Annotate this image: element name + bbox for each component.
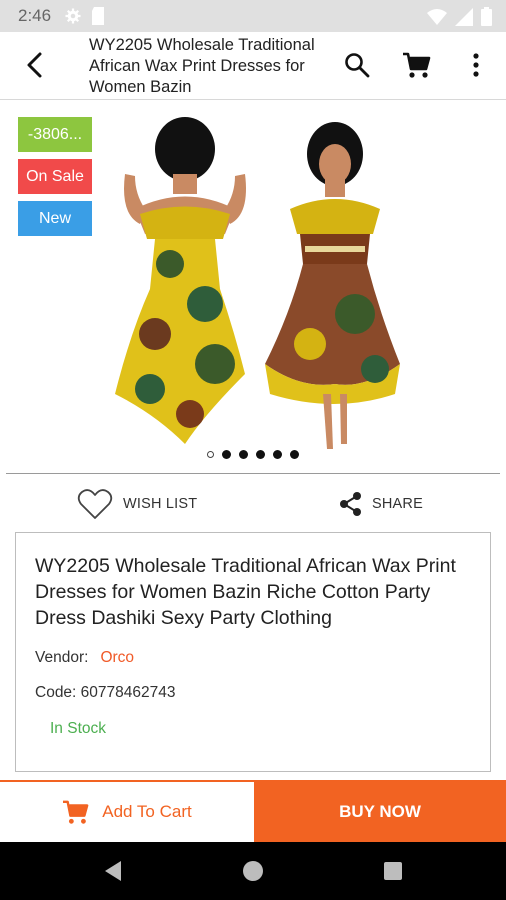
share-label: SHARE (372, 496, 423, 512)
add-to-cart-label: Add To Cart (102, 802, 192, 821)
gallery-dot[interactable] (290, 450, 299, 459)
nav-recents-icon[interactable] (384, 862, 402, 880)
gallery-pagination-dots (207, 450, 299, 459)
settings-icon (65, 8, 81, 24)
gallery-dot[interactable] (222, 450, 231, 459)
buy-now-button[interactable]: BUY NOW (254, 782, 506, 842)
vendor-link[interactable]: Orco (100, 649, 134, 666)
status-time: 2:46 (18, 6, 52, 25)
heart-icon (77, 489, 113, 519)
product-code: Code: 60778462743 (35, 684, 176, 701)
stock-status: In Stock (50, 720, 106, 737)
gallery-dot[interactable] (273, 450, 282, 459)
signal-icon (455, 7, 473, 26)
battery-icon (481, 7, 492, 26)
app-bar-title: WY2205 Wholesale Traditional African Wax… (89, 36, 315, 96)
gallery-dot[interactable] (256, 450, 265, 459)
product-image-gallery[interactable]: -3806... On Sale New (0, 100, 506, 470)
divider (6, 473, 500, 474)
vendor-label: Vendor: (35, 649, 89, 666)
wishlist-label: WISH LIST (123, 496, 198, 512)
status-bar: 2:46 (0, 0, 506, 32)
sd-card-icon (92, 7, 104, 25)
bottom-action-bar: Add To Cart BUY NOW (0, 780, 506, 842)
vendor-row: Vendor: Orco (35, 649, 134, 667)
product-title: WY2205 Wholesale Traditional African Wax… (35, 555, 456, 629)
gallery-dot[interactable] (207, 451, 214, 458)
nav-back-icon[interactable] (103, 860, 123, 882)
cart-icon (63, 800, 89, 824)
discount-badge: -3806... (18, 117, 92, 152)
share-icon (340, 492, 361, 516)
product-image (115, 117, 400, 449)
more-vert-icon[interactable] (464, 50, 488, 80)
nav-home-icon[interactable] (243, 861, 263, 881)
share-button[interactable]: SHARE (338, 489, 423, 519)
app-bar: WY2205 Wholesale Traditional African Wax… (0, 32, 506, 100)
cart-icon[interactable] (401, 50, 431, 80)
wishlist-button[interactable]: WISH LIST (77, 487, 197, 521)
search-icon[interactable] (343, 51, 371, 79)
add-to-cart-button[interactable]: Add To Cart (0, 782, 254, 842)
new-badge: New (18, 201, 92, 236)
on-sale-badge: On Sale (18, 159, 92, 194)
back-arrow-icon[interactable] (18, 48, 52, 82)
product-details-card: WY2205 Wholesale Traditional African Wax… (15, 532, 491, 772)
system-nav-bar (0, 842, 506, 900)
wifi-icon (427, 8, 447, 25)
gallery-dot[interactable] (239, 450, 248, 459)
